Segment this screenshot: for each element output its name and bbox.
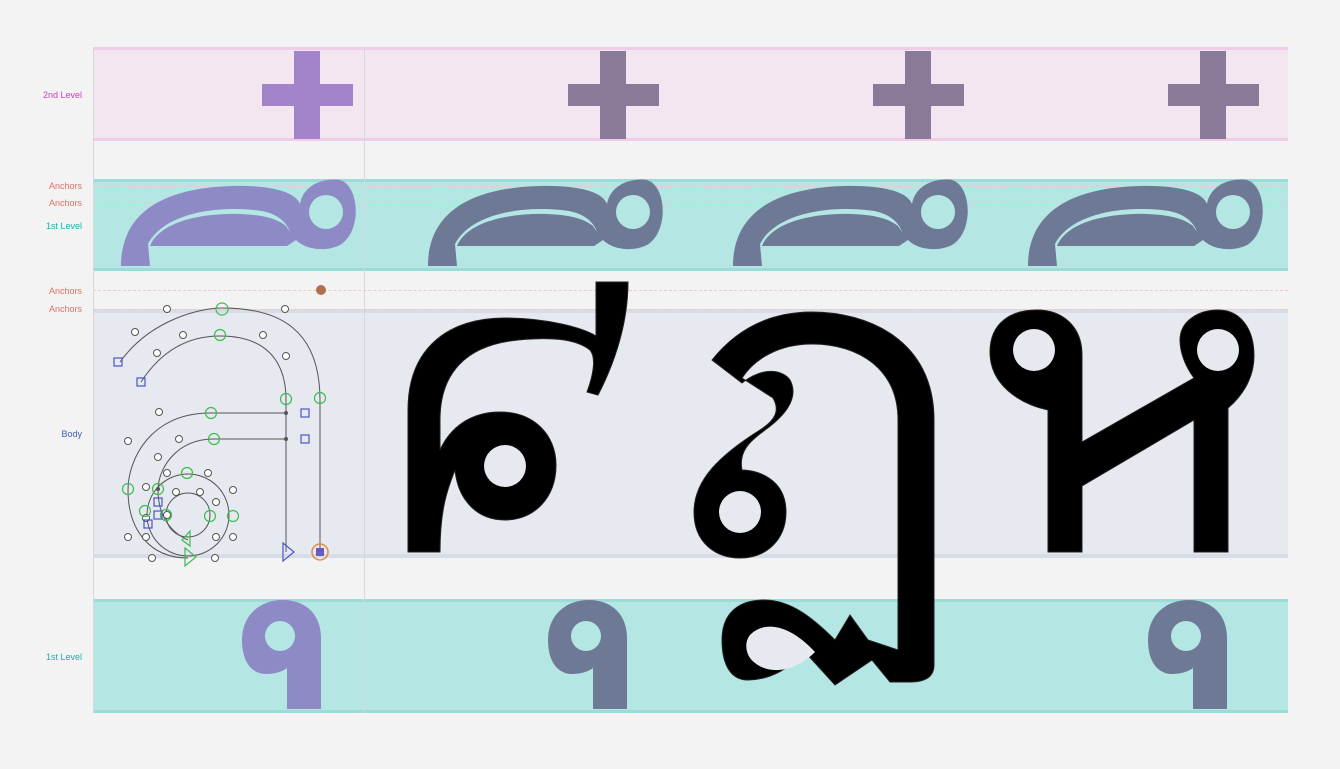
band-notches — [88, 47, 93, 141]
glyph-layer — [88, 47, 1263, 709]
plus-mark — [1168, 51, 1259, 139]
upper-vowel-mark — [733, 179, 968, 266]
glyph-editor-canvas[interactable]: 2nd Level Anchors Anchors 1st Level Anch… — [0, 0, 1340, 769]
first-level-top-marks — [121, 179, 1263, 266]
plus-mark — [873, 51, 964, 139]
body-glyph-ho-hip — [989, 309, 1255, 553]
lower-vowel-mark — [1148, 600, 1227, 709]
anchor-point[interactable] — [316, 285, 326, 295]
upper-vowel-mark — [1028, 179, 1263, 266]
lower-vowel-mark — [548, 600, 627, 709]
start-point-marker — [282, 541, 295, 563]
editing-glyph-points[interactable] — [113, 302, 329, 568]
upper-vowel-mark — [428, 179, 663, 266]
lower-vowel-mark-active — [242, 600, 321, 709]
plus-mark-active — [262, 51, 353, 139]
plus-mark — [568, 51, 659, 139]
second-level-marks — [262, 51, 1259, 139]
body-glyph-sho-sala — [407, 281, 629, 553]
upper-vowel-mark-active — [121, 179, 356, 266]
body-glyph-do-chada — [693, 311, 935, 686]
